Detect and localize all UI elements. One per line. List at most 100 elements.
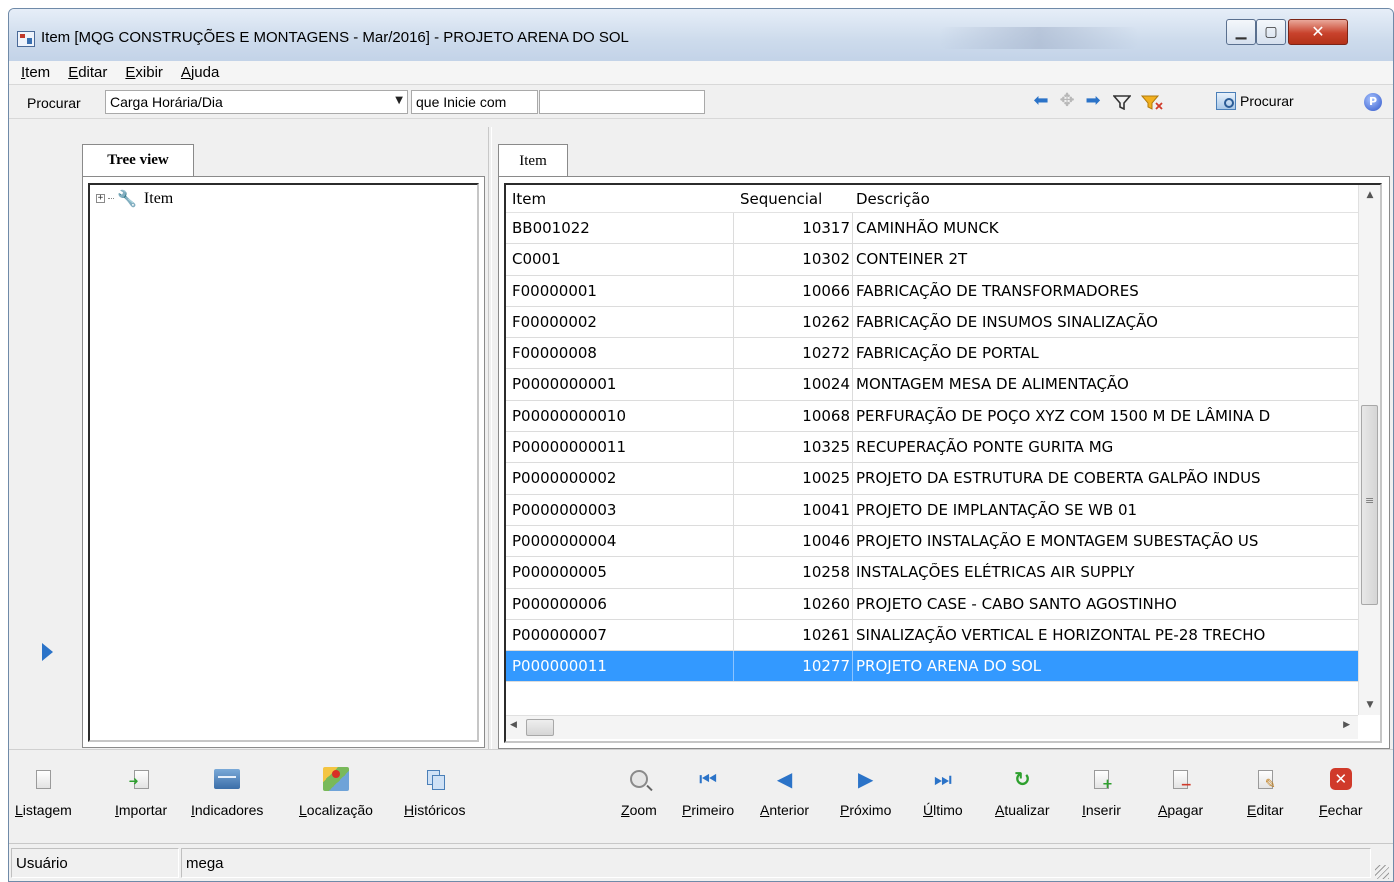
- cell-item: P000000006: [512, 594, 607, 613]
- filter-icon[interactable]: [1113, 94, 1131, 110]
- tree-connector: [108, 198, 114, 199]
- expand-plus-icon[interactable]: +: [96, 194, 105, 203]
- cell-sequencial: 10325: [802, 438, 850, 457]
- expand-panel-arrow-icon[interactable]: [42, 643, 53, 661]
- column-header-sequencial[interactable]: Sequencial: [740, 190, 822, 208]
- last-record-icon: ⏭: [933, 767, 952, 791]
- ultimo-button[interactable]: ⏭ Último: [923, 764, 963, 818]
- vertical-scroll-thumb[interactable]: [1361, 405, 1378, 605]
- tab-item[interactable]: Item: [498, 144, 568, 177]
- move-icon[interactable]: ✥: [1055, 91, 1079, 111]
- cell-item: P000000007: [512, 625, 607, 644]
- indicadores-button[interactable]: Indicadores: [191, 764, 263, 818]
- help-icon[interactable]: P: [1364, 93, 1382, 111]
- table-row[interactable]: F00000001 10066 FABRICAÇÃO DE TRANSFORMADO…: [506, 275, 1358, 307]
- table-row[interactable]: P0000000002 10025 PROJETO DA ESTRUTURA DE …: [506, 463, 1358, 495]
- title-reflection: [939, 27, 1139, 49]
- table-row[interactable]: P000000006 10260 PROJETO CASE - CABO SANTO…: [506, 588, 1358, 620]
- cell-sequencial: 10068: [802, 406, 850, 425]
- inserir-label: Inserir: [1082, 802, 1121, 818]
- table-row[interactable]: F00000002 10262 FABRICAÇÃO DE INSUMOS SINA…: [506, 306, 1358, 339]
- cell-descricao: PROJETO DE IMPLANTAÇÃO SE WB 01: [856, 500, 1138, 519]
- cell-descricao: PROJETO DA ESTRUTURA DE COBERTA GALPÃO I…: [856, 469, 1261, 488]
- cell-divider: [733, 619, 734, 651]
- dashboard-icon: [214, 769, 241, 789]
- table-row[interactable]: P0000000003 10041 PROJETO DE IMPLANTAÇÃO S…: [506, 494, 1358, 526]
- cell-sequencial: 10258: [802, 563, 850, 582]
- scroll-up-icon[interactable]: ▲: [1359, 185, 1380, 205]
- column-header-item[interactable]: Item: [512, 190, 546, 208]
- cell-divider: [852, 338, 853, 369]
- cell-sequencial: 10317: [802, 219, 850, 237]
- resize-grip-icon[interactable]: [1375, 865, 1389, 879]
- procurar-label: Procurar: [1240, 93, 1294, 109]
- table-row[interactable]: P000000011 10277 PROJETO ARENA DO SOL: [506, 651, 1358, 683]
- table-row[interactable]: P00000000011 10325 RECUPERAÇÃO PONTE GURIT…: [506, 432, 1358, 464]
- editar-button[interactable]: Editar: [1247, 764, 1284, 818]
- cell-descricao: CAMINHÃO MUNCK: [856, 219, 999, 237]
- table-row[interactable]: C0001 10302 CONTEINER 2T: [506, 244, 1358, 276]
- proximo-button[interactable]: ▶ Próximo: [840, 764, 891, 818]
- menu-exibir[interactable]: Exibir: [125, 64, 163, 81]
- search-toolbar: Procurar Carga Horária/Dia ▼ que Inicie …: [9, 85, 1393, 119]
- cell-descricao: PERFURAÇÃO DE POÇO XYZ COM 1500 M DE LÂM…: [856, 406, 1271, 425]
- cell-divider: [852, 557, 853, 588]
- inserir-button[interactable]: Inserir: [1082, 764, 1121, 818]
- search-field-select[interactable]: Carga Horária/Dia ▼: [105, 90, 408, 114]
- zoom-icon: [629, 770, 648, 788]
- title-bar[interactable]: Item [MQG CONSTRUÇÕES E MONTAGENS - Mar/…: [9, 9, 1393, 61]
- scroll-down-icon[interactable]: ▼: [1359, 695, 1380, 715]
- listagem-button[interactable]: Listagem: [15, 764, 72, 818]
- filter-clear-icon[interactable]: [1141, 94, 1163, 110]
- importar-button[interactable]: Importar: [115, 764, 167, 818]
- dropdown-arrow-icon[interactable]: ▼: [395, 95, 403, 106]
- cell-divider: [733, 306, 734, 338]
- scroll-left-icon[interactable]: ◀: [510, 720, 517, 730]
- next-arrow-icon[interactable]: ➡: [1081, 91, 1105, 111]
- maximize-button[interactable]: ▢: [1256, 19, 1286, 45]
- tree-node-item[interactable]: + 🔧 Item: [96, 189, 173, 208]
- menu-editar[interactable]: Editar: [68, 64, 107, 81]
- localizacao-button[interactable]: Localização: [299, 764, 373, 818]
- table-row[interactable]: BB001022 10317 CAMINHÃO MUNCK: [506, 213, 1358, 245]
- tab-tree-view[interactable]: Tree view: [82, 144, 194, 177]
- table-row[interactable]: P00000000010 10068 PERFURAÇÃO DE POÇO XYZ …: [506, 400, 1358, 433]
- cell-divider: [733, 588, 734, 619]
- cell-divider: [733, 557, 734, 588]
- procurar-button[interactable]: Procurar: [1216, 92, 1294, 110]
- horizontal-scroll-thumb[interactable]: [526, 719, 554, 736]
- panel-splitter[interactable]: [488, 127, 492, 749]
- table-row[interactable]: P0000000004 10046 PROJETO INSTALAÇÃO E MON…: [506, 525, 1358, 558]
- refresh-icon: ↻: [1013, 767, 1031, 791]
- table-row[interactable]: P000000005 10258 INSTALAÇÕES ELÉTRICAS AIR…: [506, 557, 1358, 589]
- fechar-button[interactable]: ✕ Fechar: [1319, 764, 1363, 818]
- cell-divider: [852, 275, 853, 306]
- table-row[interactable]: P0000000001 10024 MONTAGEM MESA DE ALIMENT…: [506, 369, 1358, 401]
- menu-ajuda[interactable]: Ajuda: [181, 64, 219, 81]
- cell-item: F00000001: [512, 281, 597, 300]
- zoom-button[interactable]: Zoom: [621, 764, 657, 818]
- vertical-scrollbar[interactable]: ▲ ▼: [1358, 185, 1380, 715]
- apagar-button[interactable]: Apagar: [1158, 764, 1203, 818]
- table-row[interactable]: F00000008 10272 FABRICAÇÃO DE PORTAL: [506, 338, 1358, 370]
- column-header-descricao[interactable]: Descrição: [856, 190, 930, 208]
- historicos-button[interactable]: Históricos: [404, 764, 465, 818]
- search-input[interactable]: [539, 90, 705, 114]
- close-window-button[interactable]: ✕: [1288, 19, 1348, 45]
- previous-arrow-icon[interactable]: ⬅: [1029, 91, 1053, 111]
- search-condition[interactable]: que Inicie com: [411, 90, 538, 114]
- atualizar-button[interactable]: ↻ Atualizar: [995, 764, 1049, 818]
- menu-item[interactable]: Item: [21, 64, 50, 81]
- app-icon: [17, 31, 35, 47]
- cell-divider: [852, 400, 853, 432]
- cell-divider: [733, 369, 734, 400]
- cell-divider: [852, 213, 853, 244]
- document-icon: [35, 769, 51, 789]
- minimize-button[interactable]: ▁: [1226, 19, 1256, 45]
- horizontal-scrollbar[interactable]: ◀ ▶: [506, 715, 1358, 739]
- scroll-right-icon[interactable]: ▶: [1343, 720, 1350, 730]
- atualizar-label: Atualizar: [995, 802, 1050, 818]
- table-row[interactable]: P000000007 10261 SINALIZAÇÃO VERTICAL E HO…: [506, 619, 1358, 652]
- anterior-button[interactable]: ◀ Anterior: [760, 764, 809, 818]
- primeiro-button[interactable]: ⏮ Primeiro: [682, 764, 734, 818]
